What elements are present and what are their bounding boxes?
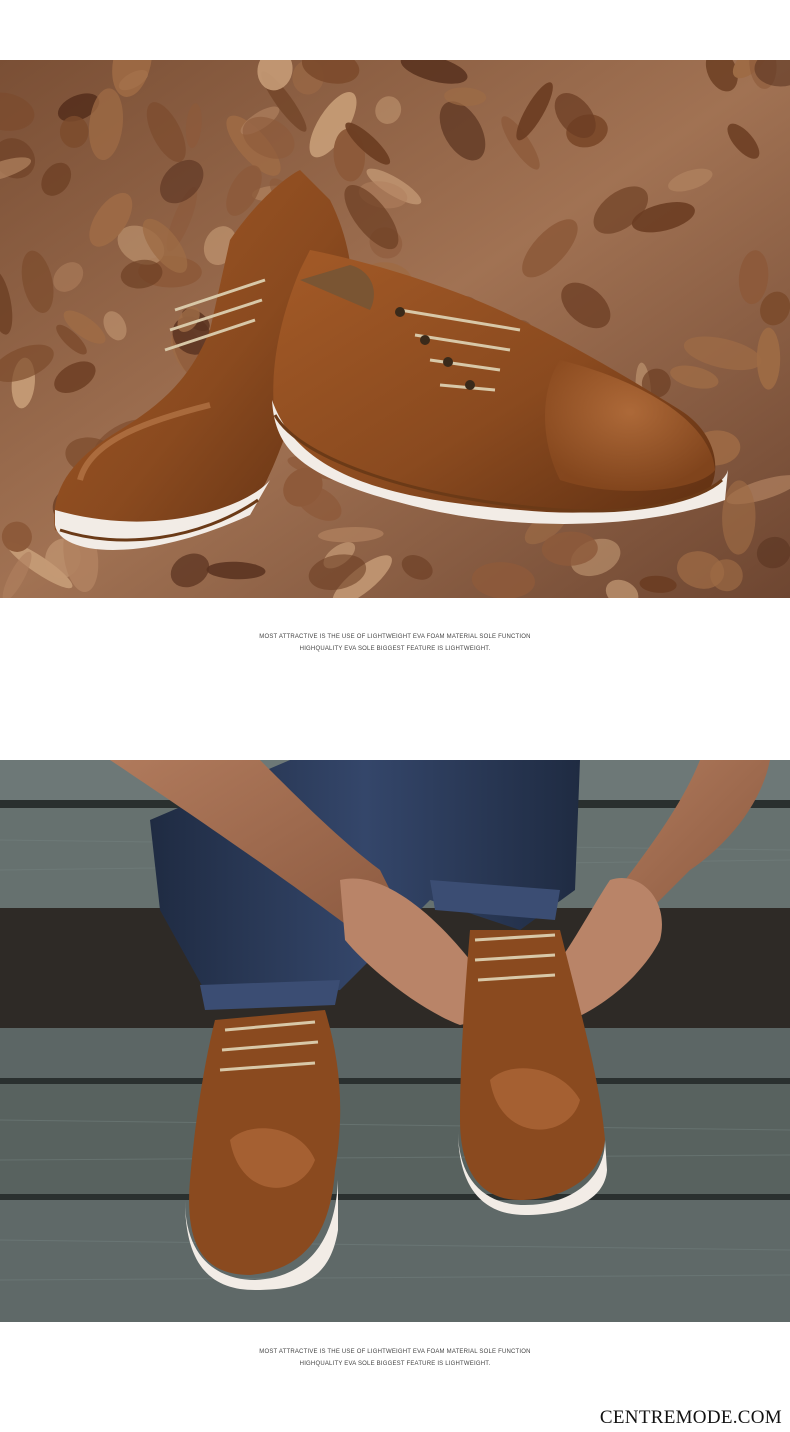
caption-1-line-2: HIGHQUALITY EVA SOLE BIGGEST FEATURE IS … xyxy=(299,646,491,652)
photo-shoes-on-leaves xyxy=(0,60,790,598)
shoes-on-leaves-illustration xyxy=(0,60,790,598)
watermark: CENTREMODE.COM xyxy=(599,1407,782,1428)
caption-1-line-1: MOST ATTRACTIVE IS THE USE OF LIGHTWEIGH… xyxy=(259,634,531,640)
caption-2-line-1: MOST ATTRACTIVE IS THE USE OF LIGHTWEIGH… xyxy=(259,1349,531,1355)
photo-tying-shoes xyxy=(0,760,790,1322)
tying-shoes-illustration xyxy=(0,760,790,1322)
caption-2: MOST ATTRACTIVE IS THE USE OF LIGHTWEIGH… xyxy=(0,1346,790,1370)
leaf xyxy=(756,327,781,390)
caption-1: MOST ATTRACTIVE IS THE USE OF LIGHTWEIGH… xyxy=(0,631,790,655)
caption-2-line-2: HIGHQUALITY EVA SOLE BIGGEST FEATURE IS … xyxy=(299,1361,491,1367)
